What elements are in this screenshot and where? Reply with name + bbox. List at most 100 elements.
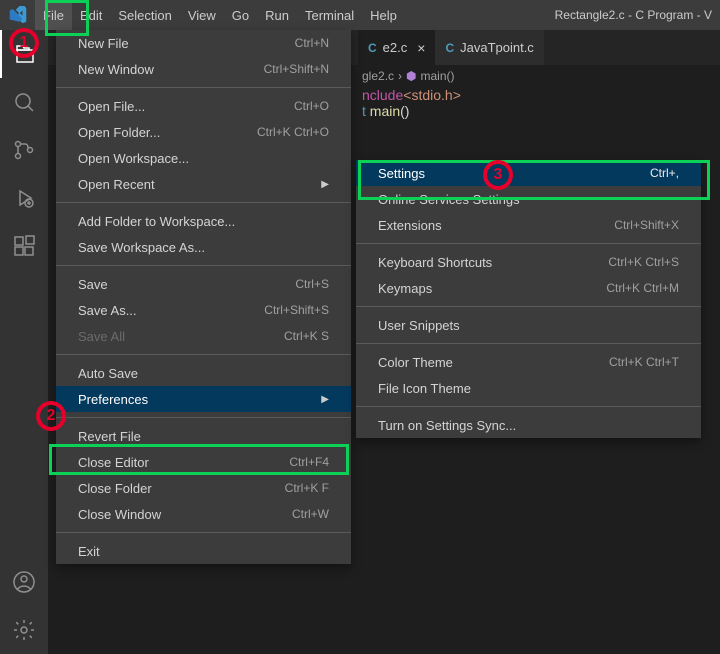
prefs-menu-item-online-services-settings[interactable]: Online Services Settings [356,186,701,212]
file-menu-item-preferences[interactable]: Preferences ▶ [56,386,351,412]
menu-item-label: Exit [78,544,100,559]
chevron-right-icon: ▶ [321,394,329,405]
symbol-method-icon: ⬢ [406,69,416,83]
vscode-logo-icon [0,6,35,24]
chevron-right-icon: ▶ [321,179,329,190]
window-title: Rectangle2.c - C Program - V [405,8,720,22]
menu-terminal[interactable]: Terminal [297,0,362,30]
accounts-icon[interactable] [0,558,48,606]
file-menu-item-open-workspace[interactable]: Open Workspace... [56,145,351,171]
menu-item-label: Settings [378,166,425,181]
menu-item-label: File Icon Theme [378,381,471,396]
file-menu-item-save-as[interactable]: Save As... Ctrl+Shift+S [56,297,351,323]
activity-bar [0,30,48,654]
menu-help[interactable]: Help [362,0,405,30]
menu-item-label: Save All [78,329,125,344]
menu-item-label: Save [78,277,108,292]
menu-file[interactable]: File [35,0,72,30]
file-menu-item-open-recent[interactable]: Open Recent▶ [56,171,351,197]
prefs-menu-item-keymaps[interactable]: KeymapsCtrl+K Ctrl+M [356,275,701,301]
menu-item-label: Color Theme [378,355,453,370]
menu-edit[interactable]: Edit [72,0,110,30]
prefs-menu-item-file-icon-theme[interactable]: File Icon Theme [356,375,701,401]
c-file-icon: C [368,41,377,55]
menu-item-shortcut: Ctrl+K Ctrl+S [608,255,679,269]
titlebar: FileEditSelectionViewGoRunTerminalHelp R… [0,0,720,30]
menu-item-shortcut: Ctrl+Shift+S [264,303,329,317]
preferences-submenu: Settings Ctrl+, Online Services Settings Ex… [356,160,701,438]
breadcrumb-file: gle2.c [362,69,394,83]
prefs-menu-item-settings[interactable]: Settings Ctrl+, [356,160,701,186]
code-token: <stdio.h> [403,87,461,103]
menu-run[interactable]: Run [257,0,297,30]
file-menu-item-new-file[interactable]: New FileCtrl+N [56,30,351,56]
menu-item-label: Extensions [378,218,442,233]
prefs-menu-item-turn-on-settings-sync[interactable]: Turn on Settings Sync... [356,412,701,438]
menu-item-label: Close Window [78,507,161,522]
prefs-menu-item-extensions[interactable]: Extensions Ctrl+Shift+X [356,212,701,238]
code-token: t [362,103,366,119]
source-control-icon[interactable] [0,126,48,174]
tab-active[interactable]: C e2.c × [358,30,435,65]
file-menu-item-close-editor[interactable]: Close EditorCtrl+F4 [56,449,351,475]
tab-label: JavaTpoint.c [460,40,534,55]
file-menu-item-save[interactable]: SaveCtrl+S [56,271,351,297]
file-menu-item-auto-save[interactable]: Auto Save [56,360,351,386]
breadcrumb-symbol: main() [421,69,455,83]
menu-separator [356,306,701,307]
prefs-menu-item-keyboard-shortcuts[interactable]: Keyboard Shortcuts Ctrl+K Ctrl+S [356,249,701,275]
menu-go[interactable]: Go [224,0,257,30]
menu-separator [56,417,351,418]
menu-item-label: Close Editor [78,455,149,470]
chevron-right-icon: › [398,69,402,83]
menu-item-label: Open File... [78,99,145,114]
file-menu-item-save-workspace-as[interactable]: Save Workspace As... [56,234,351,260]
menu-item-shortcut: Ctrl+K Ctrl+M [606,281,679,295]
menu-separator [356,243,701,244]
close-icon[interactable]: × [417,40,425,56]
menu-separator [56,202,351,203]
menu-item-label: New Window [78,62,154,77]
menu-separator [356,343,701,344]
menu-item-label: Online Services Settings [378,192,520,207]
menu-item-shortcut: Ctrl+K F [285,481,329,495]
menu-item-label: Close Folder [78,481,152,496]
file-menu-item-close-folder[interactable]: Close Folder Ctrl+K F [56,475,351,501]
menu-item-shortcut: Ctrl+Shift+X [614,218,679,232]
menu-item-label: Save As... [78,303,137,318]
menu-item-shortcut: Ctrl+K Ctrl+O [257,125,329,139]
code-token: () [400,103,409,119]
file-menu-item-revert-file[interactable]: Revert File [56,423,351,449]
extensions-icon[interactable] [0,222,48,270]
menu-separator [356,406,701,407]
file-menu-item-open-folder[interactable]: Open Folder... Ctrl+K Ctrl+O [56,119,351,145]
tab-inactive[interactable]: C JavaTpoint.c [435,30,543,65]
menu-item-shortcut: Ctrl+, [650,166,679,180]
menu-item-label: Open Folder... [78,125,160,140]
menu-item-label: Keyboard Shortcuts [378,255,492,270]
menu-item-label: Turn on Settings Sync... [378,418,516,433]
file-menu-item-save-all: Save AllCtrl+K S [56,323,351,349]
file-menu-item-add-folder-to-workspace[interactable]: Add Folder to Workspace... [56,208,351,234]
file-menu-item-new-window[interactable]: New Window Ctrl+Shift+N [56,56,351,82]
explorer-icon[interactable] [0,30,48,78]
prefs-menu-item-user-snippets[interactable]: User Snippets [356,312,701,338]
menu-item-shortcut: Ctrl+Shift+N [264,62,329,76]
menu-selection[interactable]: Selection [110,0,179,30]
file-menu-item-exit[interactable]: Exit [56,538,351,564]
file-menu-dropdown: New FileCtrl+N New Window Ctrl+Shift+N Open… [56,30,351,564]
search-icon[interactable] [0,78,48,126]
file-menu-item-close-window[interactable]: Close WindowCtrl+W [56,501,351,527]
menu-item-label: New File [78,36,129,51]
menubar: FileEditSelectionViewGoRunTerminalHelp [35,0,405,30]
prefs-menu-item-color-theme[interactable]: Color ThemeCtrl+K Ctrl+T [356,349,701,375]
file-menu-item-open-file[interactable]: Open File...Ctrl+O [56,93,351,119]
menu-view[interactable]: View [180,0,224,30]
menu-item-label: Preferences [78,392,148,407]
menu-separator [56,87,351,88]
run-debug-icon[interactable] [0,174,48,222]
tab-label: e2.c [383,40,408,55]
settings-gear-icon[interactable] [0,606,48,654]
menu-item-label: Revert File [78,429,141,444]
menu-separator [56,532,351,533]
